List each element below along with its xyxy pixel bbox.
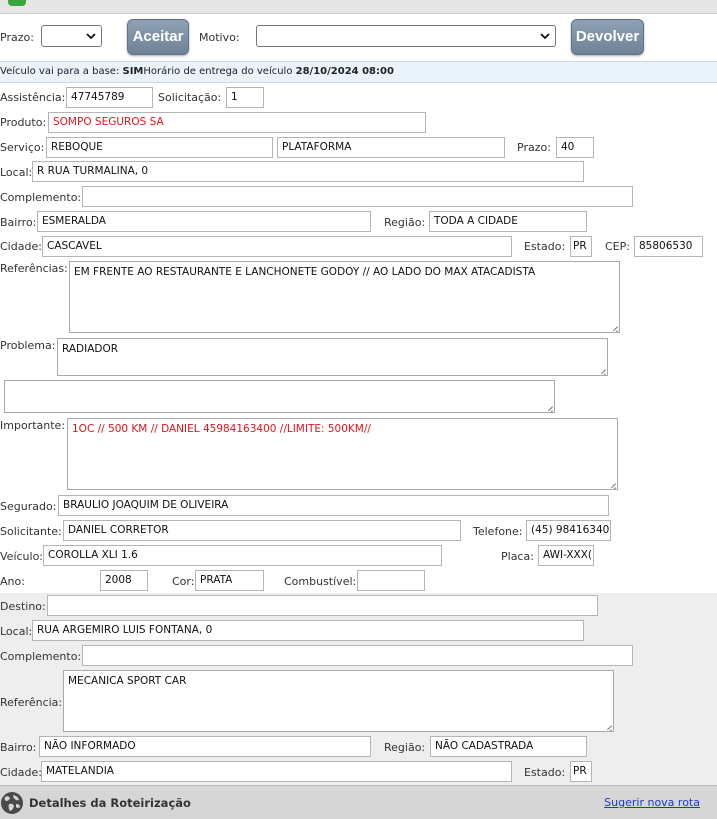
- destino-local-field[interactable]: RUA ARGEMIRO LUIS FONTANA, 0: [32, 620, 584, 641]
- referencias-textarea[interactable]: EM FRENTE AO RESTAURANTE E LANCHONETE GO…: [69, 261, 620, 333]
- solicitacao-label: Solicitação:: [158, 91, 222, 104]
- roteirizacao-footer: Detalhes da Roteirização Sugerir nova ro…: [0, 785, 717, 819]
- bairro-field[interactable]: ESMERALDA: [37, 211, 371, 232]
- top-strip: [0, 0, 717, 14]
- globe-icon: [1, 792, 23, 814]
- prazo-label: Prazo:: [0, 31, 34, 44]
- destino-local-label: Local:: [0, 625, 33, 638]
- destino-bairro-field[interactable]: NÃO INFORMADO: [39, 736, 371, 757]
- importante-label: Importante:: [0, 419, 66, 432]
- destino-cidade-label: Cidade:: [0, 766, 42, 779]
- ano-field[interactable]: 2008: [100, 570, 148, 591]
- complemento-field[interactable]: [82, 186, 633, 207]
- segurado-label: Segurado:: [0, 500, 57, 513]
- servico-tipo-field[interactable]: PLATAFORMA: [277, 137, 505, 158]
- solicitacao-field[interactable]: 1: [226, 87, 264, 108]
- status-indicator: [8, 0, 26, 6]
- delivery-info-bar: Veículo vai para a base: SIMHorário de e…: [0, 61, 717, 83]
- referencias-label: Referências:: [0, 262, 68, 275]
- combustivel-label: Combustível:: [284, 575, 357, 588]
- servico-field[interactable]: REBOQUE: [46, 137, 273, 158]
- problema-text: RADIADOR: [62, 343, 119, 355]
- solicitante-field[interactable]: DANIEL CORRETOR: [63, 520, 461, 541]
- motivo-select[interactable]: [256, 25, 556, 47]
- destino-complemento-label: Complemento:: [0, 650, 82, 663]
- telefone-field[interactable]: (45) 98416340(: [526, 520, 611, 541]
- servico-label: Serviço:: [0, 141, 45, 154]
- base-text: Veículo vai para a base:: [0, 66, 123, 77]
- extra-textarea[interactable]: [4, 380, 555, 413]
- destino-referencia-label: Referência:: [0, 696, 63, 709]
- cep-field[interactable]: 85806530: [634, 236, 703, 257]
- resize-grip-icon[interactable]: [609, 322, 618, 331]
- destino-estado-field[interactable]: PR: [570, 761, 592, 782]
- action-toolbar: Prazo: Aceitar Motivo: Devolver: [0, 14, 717, 60]
- regiao-field[interactable]: TODA A CIDADE: [429, 211, 587, 232]
- sugerir-nova-rota-link[interactable]: Sugerir nova rota: [604, 796, 700, 809]
- veiculo-field[interactable]: COROLLA XLI 1.6: [43, 545, 442, 566]
- cep-label: CEP:: [605, 240, 630, 253]
- produto-label: Produto:: [0, 116, 47, 129]
- assistencia-field[interactable]: 47745789: [66, 87, 153, 108]
- cor-label: Cor:: [172, 575, 195, 588]
- chevron-down-icon: [540, 33, 550, 40]
- regiao-label: Região:: [384, 216, 426, 229]
- segurado-field[interactable]: BRAULIO JOAQUIM DE OLIVEIRA: [58, 495, 609, 516]
- problema-label: Problema:: [0, 339, 56, 352]
- referencias-text: EM FRENTE AO RESTAURANTE E LANCHONETE GO…: [74, 266, 536, 278]
- estado-label: Estado:: [524, 240, 566, 253]
- destino-field[interactable]: [47, 595, 598, 616]
- bairro-label: Bairro:: [0, 216, 37, 229]
- prazo-select[interactable]: [41, 25, 102, 47]
- solicitante-label: Solicitante:: [0, 525, 62, 538]
- destino-regiao-label: Região:: [384, 741, 426, 754]
- placa-field[interactable]: AWI-XXX(: [538, 545, 594, 566]
- produto-field[interactable]: SOMPO SEGUROS SA: [48, 112, 426, 133]
- aceitar-button[interactable]: Aceitar: [127, 19, 189, 55]
- servico-prazo-label: Prazo:: [517, 141, 551, 154]
- chevron-down-icon: [86, 33, 96, 40]
- destino-bairro-label: Bairro:: [0, 741, 37, 754]
- destino-cidade-field[interactable]: MATELANDIA: [41, 761, 512, 782]
- assistencia-label: Assistência:: [0, 91, 66, 104]
- destino-referencia-text: MECANICA SPORT CAR: [68, 675, 187, 687]
- cidade-field[interactable]: CASCAVEL: [42, 236, 512, 257]
- motivo-label: Motivo:: [199, 31, 240, 44]
- resize-grip-icon[interactable]: [597, 365, 606, 374]
- veiculo-label: Veículo:: [0, 550, 44, 563]
- resize-grip-icon[interactable]: [607, 479, 616, 488]
- resize-grip-icon[interactable]: [544, 402, 553, 411]
- problema-textarea[interactable]: RADIADOR: [57, 338, 608, 376]
- resize-grip-icon[interactable]: [603, 721, 612, 730]
- cidade-label: Cidade:: [0, 240, 42, 253]
- base-value: SIM: [122, 66, 144, 77]
- complemento-label: Complemento:: [0, 191, 82, 204]
- placa-label: Placa:: [501, 550, 534, 563]
- cor-field[interactable]: PRATA: [195, 570, 264, 591]
- horario-value: 28/10/2024 08:00: [295, 66, 394, 77]
- destino-complemento-field[interactable]: [82, 645, 633, 666]
- horario-text: Horário de entrega do veículo: [143, 66, 296, 77]
- roteirizacao-title: Detalhes da Roteirização: [29, 796, 191, 810]
- destino-label: Destino:: [0, 600, 46, 613]
- destino-referencia-textarea[interactable]: MECANICA SPORT CAR: [63, 670, 614, 732]
- ano-label: Ano:: [0, 575, 25, 588]
- importante-textarea[interactable]: 1OC // 500 KM // DANIEL 45984163400 //LI…: [67, 418, 618, 490]
- local-label: Local:: [0, 166, 33, 179]
- servico-prazo-field[interactable]: 40: [556, 137, 594, 158]
- local-field[interactable]: R RUA TURMALINA, 0: [32, 161, 584, 182]
- estado-field[interactable]: PR: [570, 236, 592, 257]
- telefone-label: Telefone:: [473, 525, 523, 538]
- destino-estado-label: Estado:: [524, 766, 566, 779]
- combustivel-field[interactable]: [357, 570, 425, 591]
- importante-text: 1OC // 500 KM // DANIEL 45984163400 //LI…: [72, 423, 371, 435]
- destino-regiao-field[interactable]: NÃO CADASTRADA: [430, 736, 587, 757]
- devolver-button[interactable]: Devolver: [571, 19, 644, 55]
